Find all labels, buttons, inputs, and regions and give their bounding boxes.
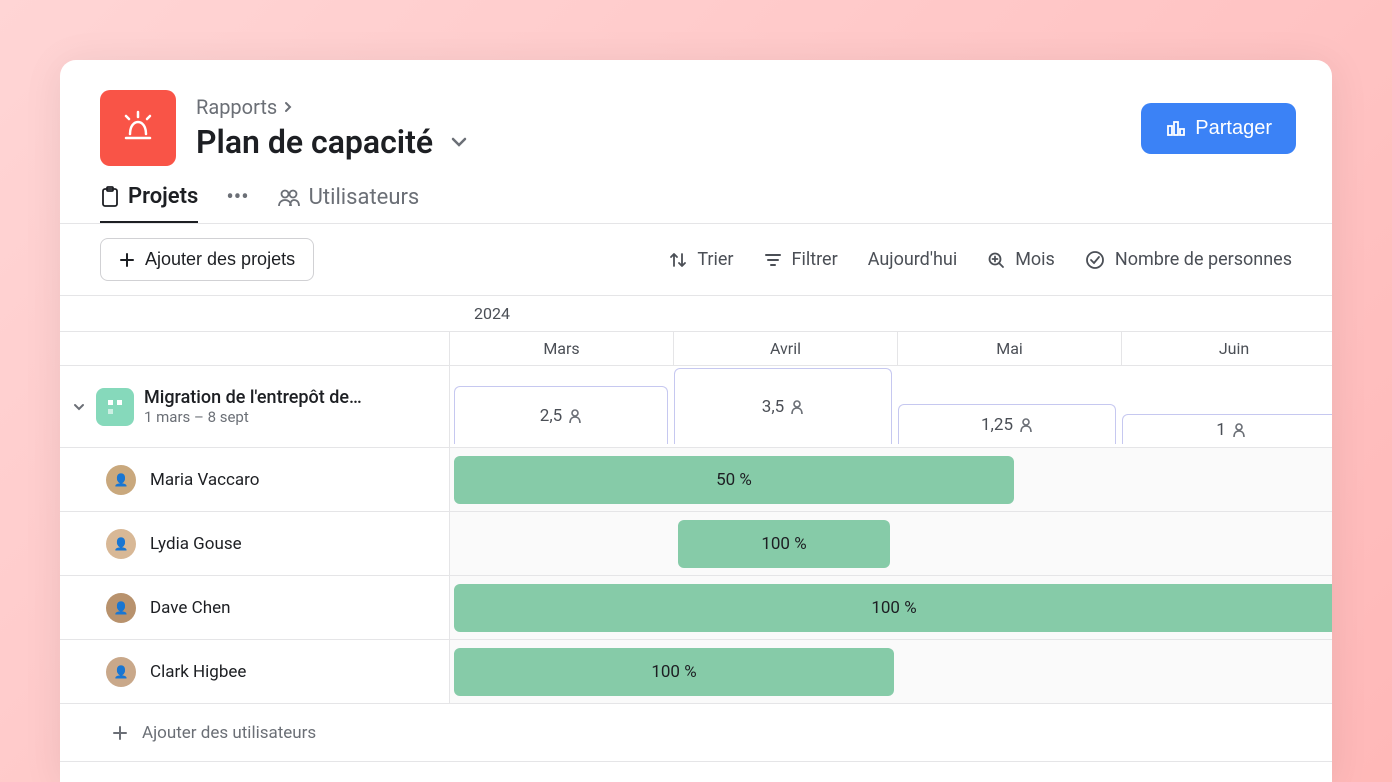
- capacity-box-2[interactable]: 1,25: [898, 404, 1116, 444]
- toolbar: Ajouter des projets Trier Filtrer Aujour…: [60, 224, 1332, 296]
- capacity-value-3: 1: [1216, 420, 1226, 440]
- tab-users-label: Utilisateurs: [309, 185, 420, 210]
- title-row: Plan de capacité: [196, 123, 1121, 161]
- app-window: Rapports Plan de capacité Partager Proje…: [60, 60, 1332, 782]
- zoom-label: Mois: [1015, 249, 1055, 270]
- user-name-2: Dave Chen: [150, 598, 230, 618]
- check-circle-icon: [1085, 250, 1105, 270]
- today-button[interactable]: Aujourd'hui: [868, 249, 958, 270]
- allocation-bar-1[interactable]: 100 %: [678, 520, 890, 568]
- plus-icon: [119, 252, 135, 268]
- add-users-button[interactable]: Ajouter des utilisateurs: [60, 704, 1332, 762]
- person-icon: [1232, 422, 1246, 438]
- plus-icon: [112, 725, 128, 741]
- capacity-value-1: 3,5: [762, 397, 784, 417]
- user-left-0[interactable]: 👤 Maria Vaccaro: [60, 448, 450, 511]
- clipboard-icon: [100, 186, 120, 208]
- tabs: Projets ••• Utilisateurs: [60, 166, 1332, 224]
- month-col-1: Avril: [674, 332, 898, 365]
- breadcrumb[interactable]: Rapports: [196, 95, 1121, 119]
- month-col-2: Mai: [898, 332, 1122, 365]
- timeline: 2024 Mars Avril Mai Juin Migration de l'…: [60, 296, 1332, 782]
- avatar: 👤: [106, 465, 136, 495]
- filter-button[interactable]: Filtrer: [764, 249, 838, 270]
- allocation-bar-3[interactable]: 100 %: [454, 648, 894, 696]
- chevron-down-icon[interactable]: [449, 135, 469, 149]
- avatar: 👤: [106, 593, 136, 623]
- filter-icon: [764, 252, 782, 268]
- today-label: Aujourd'hui: [868, 249, 958, 270]
- month-col-3: Juin: [1122, 332, 1332, 365]
- tab-projects-label: Projets: [128, 184, 198, 209]
- tab-projects[interactable]: Projets: [100, 184, 198, 223]
- allocation-label-2: 100 %: [871, 598, 916, 618]
- project-badge-icon: [96, 388, 134, 426]
- capacity-box-0[interactable]: 2,5: [454, 386, 668, 444]
- sort-button[interactable]: Trier: [669, 249, 733, 270]
- tab-more[interactable]: •••: [226, 185, 248, 222]
- share-label: Partager: [1195, 117, 1272, 140]
- person-icon: [568, 408, 582, 424]
- avatar: 👤: [106, 529, 136, 559]
- months-row: Mars Avril Mai Juin: [60, 332, 1332, 366]
- report-icon: [100, 90, 176, 166]
- month-col-0: Mars: [450, 332, 674, 365]
- user-left-1[interactable]: 👤 Lydia Gouse: [60, 512, 450, 575]
- users-icon: [277, 188, 301, 208]
- filter-label: Filtrer: [792, 249, 838, 270]
- capacity-value-2: 1,25: [981, 415, 1013, 435]
- share-button[interactable]: Partager: [1141, 103, 1296, 154]
- zoom-icon: [987, 251, 1005, 269]
- project-row: Migration de l'entrepôt de… 1 mars – 8 s…: [60, 366, 1332, 448]
- person-icon: [790, 399, 804, 415]
- allocation-label-3: 100 %: [651, 662, 696, 682]
- zoom-button[interactable]: Mois: [987, 249, 1055, 270]
- add-projects-label: Ajouter des projets: [145, 249, 295, 270]
- page-header: Rapports Plan de capacité Partager: [60, 60, 1332, 166]
- user-name-0: Maria Vaccaro: [150, 470, 259, 490]
- user-name-3: Clark Higbee: [150, 662, 246, 682]
- breadcrumb-parent[interactable]: Rapports: [196, 95, 277, 119]
- user-left-2[interactable]: 👤 Dave Chen: [60, 576, 450, 639]
- add-users-label: Ajouter des utilisateurs: [142, 723, 316, 743]
- allocation-label-0: 50 %: [716, 470, 752, 490]
- capacity-box-3[interactable]: 1: [1122, 414, 1332, 444]
- user-name-1: Lydia Gouse: [150, 534, 242, 554]
- year-label: 2024: [60, 296, 1332, 332]
- share-icon: [1165, 118, 1185, 138]
- capacity-value-0: 2,5: [540, 406, 562, 426]
- project-capacity-row: 2,5 3,5 1,25 1: [450, 366, 1332, 447]
- allocation-label-1: 100 %: [761, 534, 806, 554]
- add-projects-button[interactable]: Ajouter des projets: [100, 238, 314, 281]
- sort-icon: [669, 251, 687, 269]
- expand-icon[interactable]: [72, 402, 86, 412]
- metric-button[interactable]: Nombre de personnes: [1085, 249, 1292, 270]
- user-left-3[interactable]: 👤 Clark Higbee: [60, 640, 450, 703]
- allocation-bar-2[interactable]: 100 %: [454, 584, 1332, 632]
- project-dates: 1 mars – 8 sept: [144, 408, 362, 426]
- tab-users[interactable]: Utilisateurs: [277, 185, 420, 222]
- user-row-0: 👤 Maria Vaccaro 50 %: [60, 448, 1332, 512]
- user-row-2: 👤 Dave Chen 100 %: [60, 576, 1332, 640]
- project-row-left[interactable]: Migration de l'entrepôt de… 1 mars – 8 s…: [60, 366, 450, 447]
- header-text: Rapports Plan de capacité: [196, 95, 1121, 161]
- sort-label: Trier: [697, 249, 733, 270]
- user-row-3: 👤 Clark Higbee 100 %: [60, 640, 1332, 704]
- avatar: 👤: [106, 657, 136, 687]
- chevron-right-icon: [283, 100, 293, 114]
- capacity-box-1[interactable]: 3,5: [674, 368, 892, 444]
- page-title: Plan de capacité: [196, 123, 433, 161]
- metric-label: Nombre de personnes: [1115, 249, 1292, 270]
- project-name: Migration de l'entrepôt de…: [144, 387, 362, 408]
- person-icon: [1019, 417, 1033, 433]
- user-row-1: 👤 Lydia Gouse 100 %: [60, 512, 1332, 576]
- allocation-bar-0[interactable]: 50 %: [454, 456, 1014, 504]
